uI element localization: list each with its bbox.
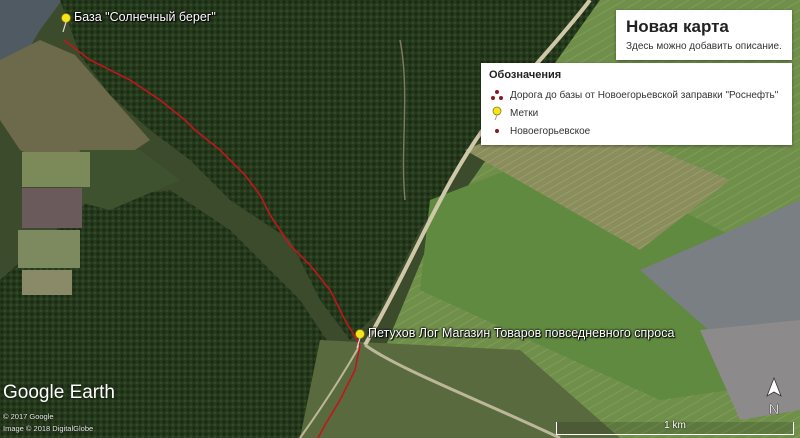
logo-google-text: Google bbox=[3, 382, 65, 403]
scale-label: 1 km bbox=[664, 420, 686, 431]
logo-earth-text: Earth bbox=[69, 382, 115, 403]
legend-panel: Обозначения Дорога до базы от Новоегорье… bbox=[481, 63, 792, 145]
legend-item-label: Новоегорьевское bbox=[510, 125, 591, 137]
legend-item-village[interactable]: Новоегорьевское bbox=[489, 123, 590, 139]
legend-item-label: Дорога до базы от Новоегорьевской заправ… bbox=[510, 89, 779, 101]
legend-item-label: Метки bbox=[510, 107, 539, 119]
legend-item-marks[interactable]: Метки bbox=[489, 105, 538, 121]
route-points-icon bbox=[489, 88, 505, 102]
map-description: Здесь можно добавить описание. bbox=[626, 41, 782, 52]
google-earth-logo: Google Earth bbox=[3, 382, 115, 404]
placemark-label-base[interactable]: База "Солнечный берег" bbox=[74, 10, 216, 24]
map-title: Новая карта bbox=[626, 17, 729, 36]
placemark-label-shop[interactable]: Петухов Лог Магазин Товаров повседневног… bbox=[368, 326, 674, 340]
compass-label: N bbox=[769, 401, 780, 418]
legend-heading: Обозначения bbox=[489, 69, 562, 81]
scale-bar: 1 km bbox=[556, 420, 794, 435]
copyright-imagery: Image © 2018 DigitalGlobe bbox=[3, 424, 94, 433]
dot-icon bbox=[489, 124, 505, 138]
map-title-card[interactable]: Новая карта Здесь можно добавить описани… bbox=[616, 10, 792, 60]
yellow-pushpin-icon bbox=[489, 106, 505, 120]
copyright-google: © 2017 Google bbox=[3, 412, 54, 421]
compass-icon[interactable]: N bbox=[763, 376, 785, 420]
legend-item-route[interactable]: Дорога до базы от Новоегорьевской заправ… bbox=[489, 87, 778, 103]
